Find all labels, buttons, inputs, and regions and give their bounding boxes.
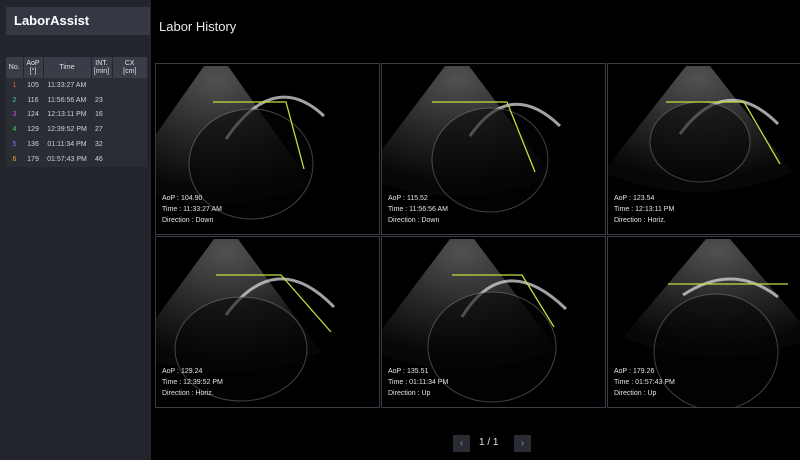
page-indicator: 1 / 1 [479,437,499,448]
previous-page-button[interactable]: ‹ [453,435,470,452]
row-number: 1 [12,81,17,89]
table-row[interactable]: 1 105 11:33:27 AM [6,78,147,93]
image-info: AoP : 115.52 Time : 11:56:56 AM Direction … [388,193,448,226]
image-info: AoP : 104.90 Time : 11:33:27 AM Direction … [162,193,222,226]
time-value: 01:11:34 PM [47,141,87,149]
table-header-cell: Time [43,57,92,78]
ultrasound-image-card[interactable]: AoP : 179.26 Time : 01:57:43 PM Direction … [607,236,800,408]
aop-value: 179 [27,155,39,163]
ultrasound-image-card[interactable]: AoP : 129.24 Time : 12:39:52 PM Direction … [155,236,380,408]
cx-value [112,137,147,152]
cx-value [112,152,147,167]
cx-value [112,93,147,108]
aop-value: 105 [27,81,39,89]
next-page-button[interactable]: › [514,435,531,452]
header-label: No. [8,63,20,71]
image-info: AoP : 135.51 Time : 01:11:34 PM Direction … [388,366,448,399]
image-time-label: Time : 12:13:11 PM [614,206,675,213]
image-time-label: Time : 12:39:52 PM [162,379,223,386]
table-row[interactable]: 2 116 11:56:56 AM 23 [6,92,147,108]
header-label: [cm] [123,67,137,75]
header-label: CX [124,59,135,67]
image-aop-label: AoP : 129.24 [162,368,203,375]
table-header-cell: CX [cm] [112,57,147,78]
image-info: AoP : 179.26 Time : 01:57:43 PM Direction … [614,366,675,399]
ultrasound-image-card[interactable]: AoP : 135.51 Time : 01:11:34 PM Direction … [381,236,606,408]
app-title: LaborAssist [6,7,150,35]
aop-value: 136 [27,141,39,149]
image-aop-label: AoP : 123.54 [614,195,655,202]
table-header-cell: INT. [min] [91,57,113,78]
chevron-right-icon: › [520,438,525,449]
header-label: [°] [29,67,37,75]
image-time-label: Time : 11:33:27 AM [162,206,222,213]
ultrasound-image-card[interactable]: AoP : 104.90 Time : 11:33:27 AM Direction … [155,63,380,235]
aop-value: 129 [27,126,39,134]
image-aop-label: AoP : 179.26 [614,368,655,375]
image-direction-label: Direction : Horiz. [614,217,666,224]
time-value: 11:33:27 AM [47,81,87,89]
header-label: Time [59,63,75,71]
header-label: INT. [95,59,108,67]
interval-value: 16 [95,111,103,119]
image-direction-label: Direction : Up [614,390,657,397]
interval-value [91,78,112,93]
image-direction-label: Direction : Up [388,390,431,397]
image-direction-label: Direction : Horiz. [162,390,214,397]
table-row[interactable]: 5 136 01:11:34 PM 32 [6,137,147,152]
aop-value: 124 [27,111,39,119]
image-grid: AoP : 104.90 Time : 11:33:27 AM Direction … [155,63,800,408]
image-info: AoP : 123.54 Time : 12:13:11 PM Direction … [614,193,674,226]
interval-value: 46 [95,155,103,163]
cx-value [112,122,147,137]
time-value: 12:39:52 PM [47,126,87,134]
image-time-label: Time : 01:57:43 PM [614,379,675,386]
row-number: 6 [12,155,17,163]
image-time-label: Time : 01:11:34 PM [388,379,449,386]
header-label: [min] [93,67,110,75]
interval-value: 27 [95,126,103,134]
image-info: AoP : 129.24 Time : 12:39:52 PM Direction … [162,366,223,399]
table-body: 1 105 11:33:27 AM 2 116 11:56:56 AM 23 3 124 12:1… [6,78,147,167]
table-row[interactable]: 6 179 01:57:43 PM 46 [6,151,147,167]
interval-value: 32 [95,141,103,149]
interval-value: 23 [95,96,103,104]
row-number: 2 [12,96,17,104]
table-row[interactable]: 3 124 12:13:11 PM 16 [6,107,147,123]
row-number: 4 [12,126,17,134]
image-aop-label: AoP : 115.52 [388,195,428,202]
image-aop-label: AoP : 135.51 [388,368,429,375]
labor-history-table: No. AoP [°] Time INT. [min] CX [cm] 1 105 11:33:2… [6,57,147,167]
chevron-left-icon: ‹ [459,438,464,449]
table-row[interactable]: 4 129 12:39:52 PM 27 [6,122,147,138]
row-number: 3 [12,111,17,119]
table-header-cell: AoP [°] [23,57,44,78]
image-aop-label: AoP : 104.90 [162,195,203,202]
cx-value [112,108,147,123]
time-value: 12:13:11 PM [47,111,87,119]
page-title: Labor History [159,19,237,34]
pagination: ‹ 1 / 1 › [0,435,800,453]
row-number: 5 [12,141,17,149]
time-value: 11:56:56 AM [47,96,87,104]
header-label: AoP [26,59,40,67]
ultrasound-image-card[interactable]: AoP : 123.54 Time : 12:13:11 PM Direction … [607,63,800,235]
ultrasound-image-card[interactable]: AoP : 115.52 Time : 11:56:56 AM Direction … [381,63,606,235]
cx-value [112,78,147,93]
table-header-row: No. AoP [°] Time INT. [min] CX [cm] [6,57,147,78]
sidebar: LaborAssist No. AoP [°] Time INT. [min] CX [cm]… [0,0,151,460]
image-direction-label: Direction : Down [162,217,214,224]
table-header-cell: No. [6,57,24,78]
time-value: 01:57:43 PM [47,155,87,163]
aop-value: 116 [27,96,39,104]
image-direction-label: Direction : Down [388,217,440,224]
image-time-label: Time : 11:56:56 AM [388,206,448,213]
